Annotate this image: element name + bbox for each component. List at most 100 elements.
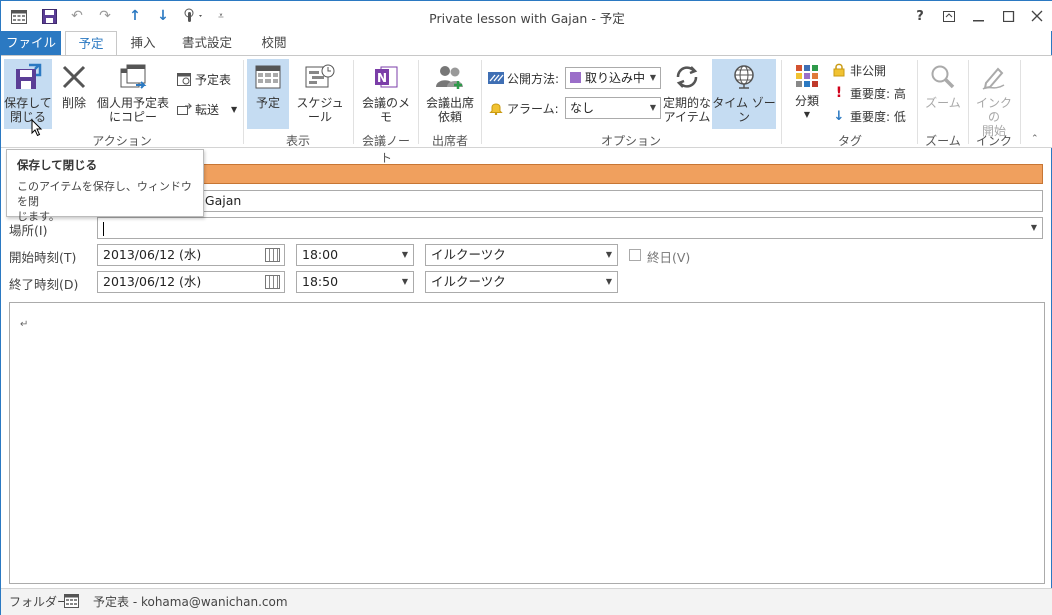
attendees-icon xyxy=(435,63,465,94)
start-time-field[interactable]: 18:00 ▼ xyxy=(296,244,414,266)
categorize-icon xyxy=(794,63,820,92)
start-time-value: 18:00 xyxy=(302,247,339,262)
chevron-down-icon[interactable]: ▼ xyxy=(606,272,612,292)
end-timezone-field[interactable]: イルクーツク ▼ xyxy=(425,271,618,293)
private-label: 非公開 xyxy=(850,63,887,78)
copy-label-1: 個人用予定表 xyxy=(96,96,169,110)
chevron-down-icon[interactable]: ▼ xyxy=(606,245,612,265)
calendar-button[interactable]: 予定表 xyxy=(176,69,231,89)
end-date-value: 2013/06/12 (水) xyxy=(103,274,202,289)
copy-to-calendar-button[interactable]: 個人用予定表 にコピー xyxy=(95,59,171,129)
reminder-label: アラーム: xyxy=(507,101,559,116)
show-as-label: 公開方法: xyxy=(507,71,560,86)
date-picker-icon[interactable] xyxy=(265,248,280,262)
time-zones-label: タイム ゾーン xyxy=(712,96,776,124)
group-separator xyxy=(418,60,419,144)
group-label-show: 表示 xyxy=(285,134,310,148)
calendar-label: 予定表 xyxy=(195,72,232,87)
start-timezone-field[interactable]: イルクーツク ▼ xyxy=(425,244,618,266)
notes-body[interactable]: ↵ xyxy=(9,302,1045,584)
invite-attendees-button[interactable]: 会議出席 依頼 xyxy=(422,59,478,129)
tab-review[interactable]: 校閲 xyxy=(247,31,301,55)
folder-calendar-icon xyxy=(64,594,79,611)
start-date-field[interactable]: 2013/06/12 (水) xyxy=(97,244,285,266)
chevron-down-icon: ▼ xyxy=(649,73,656,82)
chevron-down-icon: ▼ xyxy=(649,103,656,112)
reminder-label-wrap: アラーム: xyxy=(488,98,559,118)
group-separator xyxy=(243,60,244,144)
ink-label-1: インクの xyxy=(975,96,1012,124)
delete-label: 削除 xyxy=(61,96,86,110)
maximize-icon[interactable] xyxy=(995,5,1023,27)
start-timezone-value: イルクーツク xyxy=(431,247,506,262)
bell-icon xyxy=(488,100,504,116)
schedule-button[interactable]: スケジュール xyxy=(291,59,349,129)
delete-button[interactable]: 削除 xyxy=(57,59,91,129)
reminder-dropdown[interactable]: なし ▼ xyxy=(565,97,661,119)
tab-file[interactable]: ファイル xyxy=(1,31,61,55)
tab-format[interactable]: 書式設定 xyxy=(173,31,241,55)
chevron-down-icon[interactable]: ▼ xyxy=(402,245,408,265)
start-inking-button[interactable]: インクの 開始 xyxy=(972,59,1016,138)
forward-button[interactable]: 転送 ▼ xyxy=(176,99,237,119)
forward-icon xyxy=(176,101,192,117)
tooltip-desc-2: じます。 xyxy=(17,210,60,223)
appointment-view-button[interactable]: 予定 xyxy=(247,59,289,129)
help-button[interactable]: ? xyxy=(906,5,934,27)
zoom-label: ズーム xyxy=(925,96,961,110)
low-importance-button[interactable]: ↓ 重要度: 低 xyxy=(831,106,906,126)
group-separator xyxy=(917,60,918,144)
collapse-ribbon-icon[interactable]: ⌃ xyxy=(1031,134,1039,144)
private-button[interactable]: 非公開 xyxy=(831,60,886,80)
forward-dropdown-icon[interactable]: ▼ xyxy=(231,105,237,114)
group-label-zoom: ズーム xyxy=(925,134,961,148)
subject-field[interactable]: h Gajan xyxy=(97,190,1043,212)
svg-text:N: N xyxy=(377,71,387,85)
start-time-label: 開始時刻(T) xyxy=(9,250,77,265)
categorize-button[interactable]: 分類 ▼ xyxy=(787,59,827,129)
copy-label-2: にコピー xyxy=(108,110,157,124)
all-day-checkbox[interactable] xyxy=(629,249,641,261)
meeting-notes-button[interactable]: N 会議のメモ xyxy=(357,59,415,129)
high-importance-icon: ! xyxy=(835,85,843,101)
invite-label-2: 依頼 xyxy=(437,110,462,124)
save-close-tooltip: 保存して閉じる このアイテムを保存し、ウィンドウを閉 じます。 xyxy=(6,149,204,223)
end-date-field[interactable]: 2013/06/12 (水) xyxy=(97,271,285,293)
busy-color-swatch xyxy=(570,72,581,83)
group-separator xyxy=(1020,60,1021,144)
show-as-dropdown[interactable]: 取り込み中 ▼ xyxy=(565,67,661,89)
group-label-ink: インク xyxy=(975,134,1012,148)
categorize-label: 分類 xyxy=(794,94,819,108)
show-as-value: 取り込み中 xyxy=(585,71,646,85)
paragraph-mark: ↵ xyxy=(20,319,29,330)
zoom-button[interactable]: ズーム xyxy=(921,59,965,129)
minimize-icon[interactable] xyxy=(965,5,993,27)
group-separator xyxy=(353,60,354,144)
lock-icon xyxy=(831,62,847,78)
location-field[interactable]: ▼ xyxy=(97,217,1043,239)
magnifier-icon xyxy=(929,63,957,94)
date-picker-icon[interactable] xyxy=(265,275,280,289)
chevron-down-icon: ▼ xyxy=(803,110,811,119)
tab-insert[interactable]: 挿入 xyxy=(121,31,165,55)
tab-appointment[interactable]: 予定 xyxy=(65,31,117,56)
forward-label: 転送 xyxy=(195,102,220,117)
folder-label: フォルダー xyxy=(9,595,70,609)
time-zones-button[interactable]: タイム ゾーン xyxy=(712,59,776,129)
pen-icon xyxy=(980,63,1008,94)
chevron-down-icon[interactable]: ▼ xyxy=(402,272,408,292)
high-importance-button[interactable]: ! 重要度: 高 xyxy=(831,83,906,103)
end-time-label: 終了時刻(D) xyxy=(9,277,79,292)
ribbon-display-options-icon[interactable] xyxy=(935,5,963,27)
show-as-label-wrap: 公開方法: xyxy=(488,68,559,88)
save-close-button[interactable]: 保存して 閉じる xyxy=(4,59,52,137)
recurrence-button[interactable]: 定期的な アイテム xyxy=(663,59,711,129)
low-importance-icon: ↓ xyxy=(833,108,845,124)
close-icon[interactable] xyxy=(1023,5,1051,27)
chevron-down-icon[interactable]: ▼ xyxy=(1031,218,1037,238)
reminder-value: なし xyxy=(570,101,595,115)
save-close-icon xyxy=(13,63,43,94)
end-timezone-value: イルクーツク xyxy=(431,274,506,289)
end-time-field[interactable]: 18:50 ▼ xyxy=(296,271,414,293)
group-separator xyxy=(481,60,482,144)
